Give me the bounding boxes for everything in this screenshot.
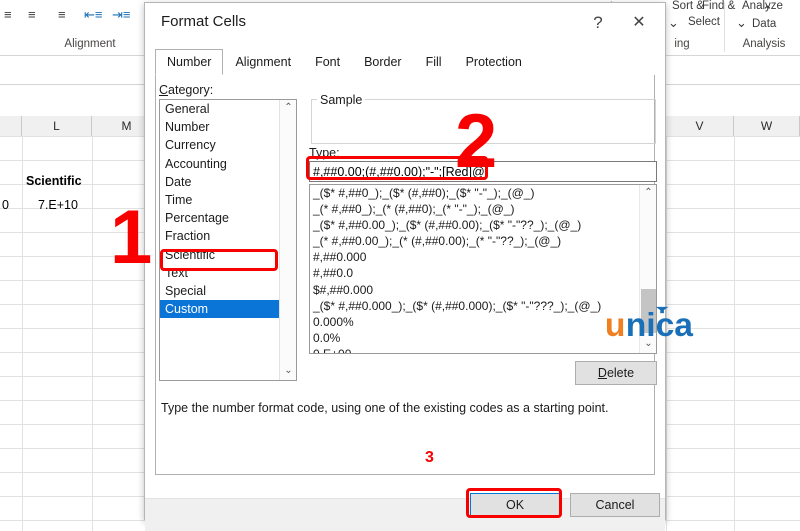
align-right-icon[interactable]: ≡ [58,8,66,21]
category-label: Category: [159,83,214,97]
type-listbox[interactable]: _($* #,##0_);_($* (#,##0);_($* "-"_);_(@… [309,184,657,354]
ribbon-button-analyze[interactable]: Analyze [742,0,783,12]
ribbon-button-sort[interactable]: Sort & [672,0,704,12]
scroll-up-icon[interactable]: ⌃ [280,100,296,117]
align-left-icon[interactable]: ≡ [4,8,12,21]
category-item-date[interactable]: Date [160,173,280,191]
type-label: Type: [309,146,340,160]
category-item-general[interactable]: General [160,100,280,118]
cell-L4[interactable]: 7.E+10 [38,198,78,212]
category-scrollbar[interactable]: ⌃ ⌄ [279,100,296,380]
delete-button[interactable]: Delete [575,361,657,385]
category-item-scientific[interactable]: Scientific [160,246,280,264]
ribbon-group-editing: ing [674,38,690,50]
dialog-tabs: Number Alignment Font Border Fill Protec… [155,49,534,75]
annotation-step-3: 3 [425,449,434,466]
type-option[interactable]: _($* #,##0.00_);_($* (#,##0.00);_($* "-"… [310,217,656,233]
column-header-W[interactable]: W [734,116,800,136]
tab-border[interactable]: Border [352,49,414,75]
type-option[interactable]: 0.000% [310,314,656,330]
dialog-title: Format Cells [161,13,247,30]
tab-alignment[interactable]: Alignment [223,49,303,75]
sample-label: Sample [317,93,366,107]
category-item-percentage[interactable]: Percentage [160,209,280,227]
type-option[interactable]: _($* #,##0.000_);_($* (#,##0.000);_($* "… [310,298,656,314]
tab-font[interactable]: Font [303,49,352,75]
ribbon-button-data[interactable]: Data [752,18,776,30]
annotation-step-2: 2 [455,99,498,184]
increase-indent-icon[interactable]: ⇥≡ [112,8,130,21]
fill-chevron-icon[interactable]: ⌄ [668,16,679,29]
category-item-text[interactable]: Text [160,264,280,282]
grid-line-v [22,136,23,531]
help-icon[interactable]: ? [583,9,613,37]
scroll-down-icon[interactable]: ⌄ [640,336,656,353]
column-header-L[interactable]: L [22,116,92,136]
column-header-V[interactable]: V [666,116,734,136]
align-center-icon[interactable]: ≡ [28,8,36,21]
type-option[interactable]: $#,##0.000 [310,282,656,298]
scrollbar-thumb[interactable] [641,289,656,333]
ribbon-divider-2 [724,2,725,52]
format-hint-text: Type the number format code, using one o… [161,401,609,415]
column-header-corner [0,116,22,136]
category-item-number[interactable]: Number [160,118,280,136]
type-option[interactable]: #,##0.0 [310,265,656,281]
grid-line-v [92,136,93,531]
type-option[interactable]: _(* #,##0.00_);_(* (#,##0.00);_(* "-"??_… [310,233,656,249]
category-item-fraction[interactable]: Fraction [160,227,280,245]
type-option[interactable]: 0.0% [310,330,656,346]
ribbon-button-find[interactable]: Find & [702,0,735,12]
tab-number[interactable]: Number [155,49,224,75]
tab-protection[interactable]: Protection [454,49,534,75]
category-listbox[interactable]: General Number Currency Accounting Date … [159,99,297,381]
cell-L3[interactable]: Scientific [26,174,82,188]
grid-line-v [734,136,735,531]
type-list: _($* #,##0_);_($* (#,##0);_($* "-"_);_(@… [310,185,656,353]
screenshot-root: ≡ ≡ ≡ ⇤≡ ⇥≡ ⇹ ⌄ ¢ % ● ←0 .00 ⌃ ⇹ ⌃ ⌄ ⌄ ⌃… [0,0,800,531]
find-select-chevron-icon[interactable]: ⌄ [736,16,747,29]
ribbon-group-alignment: Alignment [64,38,116,50]
close-icon[interactable]: ✕ [619,9,659,37]
type-option[interactable]: _(* #,##0_);_(* (#,##0);_(* "-"_);_(@_) [310,201,656,217]
category-item-custom[interactable]: Custom [160,300,280,319]
ribbon-button-select[interactable]: Select [688,16,720,28]
category-item-currency[interactable]: Currency [160,136,280,154]
category-list: General Number Currency Accounting Date … [160,100,280,319]
cancel-button[interactable]: Cancel [570,493,660,517]
type-scrollbar[interactable]: ⌃ ⌄ [639,185,656,353]
scroll-down-icon[interactable]: ⌄ [280,363,296,380]
category-item-accounting[interactable]: Accounting [160,155,280,173]
category-item-special[interactable]: Special [160,282,280,300]
annotation-step-1: 1 [110,195,153,280]
ok-button[interactable]: OK [470,493,560,517]
type-option[interactable]: _($* #,##0_);_($* (#,##0);_($* "-"_);_(@… [310,185,656,201]
format-cells-dialog: Format Cells ? ✕ Number Alignment Font B… [144,2,693,531]
tab-fill[interactable]: Fill [414,49,454,75]
grid-line-v [666,136,667,531]
decrease-indent-icon[interactable]: ⇤≡ [84,8,102,21]
ribbon-group-analysis: Analysis [742,38,786,50]
scroll-up-icon[interactable]: ⌃ [640,185,656,202]
type-option[interactable]: 0.E+00 [310,346,656,353]
dialog-title-bar: Format Cells ? ✕ [145,3,665,43]
category-item-time[interactable]: Time [160,191,280,209]
type-option[interactable]: #,##0.000 [310,249,656,265]
cell-K4[interactable]: 0 [2,198,9,212]
